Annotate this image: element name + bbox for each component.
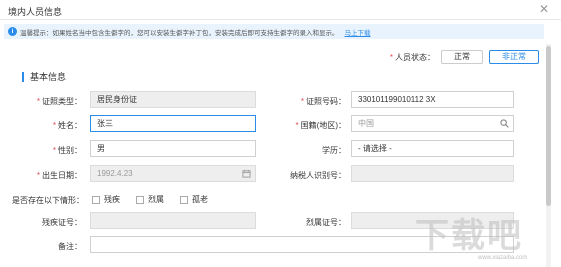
calendar-icon bbox=[242, 169, 251, 180]
name-label: * 姓名： bbox=[20, 120, 82, 131]
nationality-label: * 国籍(地区)： bbox=[278, 120, 346, 131]
checkbox-disabled-person[interactable]: 残疾 bbox=[92, 194, 120, 205]
disability-cert-label-text: 残疾证号： bbox=[42, 218, 82, 227]
martyr-cert-label: 烈属证号： bbox=[278, 217, 346, 228]
section-title: 基本信息 bbox=[30, 72, 67, 82]
remarks-label-text: 备注： bbox=[58, 242, 82, 251]
status-abnormal-button[interactable]: 非正常 bbox=[489, 50, 539, 64]
martyr-cert-label-text: 烈属证号： bbox=[306, 218, 346, 227]
id-number-value: 330101199010112 3X bbox=[358, 95, 436, 104]
checkbox-lonely-elderly[interactable]: 孤老 bbox=[180, 194, 208, 205]
checkbox-box[interactable] bbox=[136, 195, 144, 204]
situation-label: 是否存在以下情形： bbox=[12, 195, 84, 206]
id-type-value: 居民身份证 bbox=[97, 95, 137, 104]
remarks-label: 备注： bbox=[20, 241, 82, 252]
notice-message: 温馨提示：如果姓名当中包含生僻字的，您可以安装生僻字补丁包，安装完成后即可支持生… bbox=[20, 30, 339, 37]
nationality-label-text: 国籍(地区)： bbox=[300, 121, 346, 130]
scrollbar[interactable] bbox=[546, 44, 551, 267]
required-marker: * bbox=[36, 171, 40, 180]
name-label-text: 姓名： bbox=[58, 121, 82, 130]
tax-id-field bbox=[351, 165, 514, 182]
education-label-text: 学历： bbox=[322, 146, 346, 155]
checkbox-label: 孤老 bbox=[192, 195, 208, 204]
required-marker: * bbox=[389, 52, 393, 62]
id-number-label: * 证照号码： bbox=[278, 96, 346, 107]
checkbox-box[interactable] bbox=[180, 195, 188, 204]
download-link[interactable]: 马上下载 bbox=[345, 30, 371, 37]
id-number-field[interactable]: 330101199010112 3X bbox=[351, 91, 514, 108]
status-normal-button[interactable]: 正常 bbox=[441, 50, 483, 64]
disability-cert-label: 残疾证号： bbox=[20, 217, 82, 228]
name-input[interactable]: 张三 bbox=[90, 115, 256, 132]
required-marker: * bbox=[52, 121, 56, 130]
checkbox-martyr-family[interactable]: 烈属 bbox=[136, 194, 164, 205]
id-type-field: 居民身份证 bbox=[90, 91, 256, 108]
info-icon: i bbox=[8, 27, 17, 36]
id-type-label: * 证照类型： bbox=[20, 96, 82, 107]
education-label: 学历： bbox=[278, 145, 346, 156]
dialog-titlebar: 境内人员信息 ✕ bbox=[0, 0, 561, 20]
checkbox-label: 残疾 bbox=[104, 195, 120, 204]
notice-text: 温馨提示：如果姓名当中包含生僻字的，您可以安装生僻字补丁包，安装完成后即可支持生… bbox=[20, 27, 371, 37]
gender-select[interactable]: 男 bbox=[90, 140, 256, 157]
gender-value: 男 bbox=[97, 144, 105, 153]
situation-label-text: 是否存在以下情形： bbox=[12, 196, 84, 205]
notice-banner: i 温馨提示：如果姓名当中包含生僻字的，您可以安装生僻字补丁包，安装完成后即可支… bbox=[4, 24, 544, 39]
tax-id-label: 纳税人识别号： bbox=[272, 170, 346, 181]
scrollbar-thumb[interactable] bbox=[546, 46, 551, 206]
watermark-url: www.xiazaiba.com bbox=[478, 255, 528, 261]
watermark-logo: 下载吧 bbox=[415, 217, 523, 255]
person-status-row: * 人员状态： 正常 非正常 bbox=[390, 50, 539, 64]
tax-id-label-text: 纳税人识别号： bbox=[290, 171, 346, 180]
person-status-label: * 人员状态： bbox=[390, 52, 435, 63]
section-header: 基本信息 bbox=[22, 70, 66, 83]
name-value: 张三 bbox=[97, 119, 113, 128]
id-number-label-text: 证照号码： bbox=[306, 97, 346, 106]
required-marker: * bbox=[36, 97, 40, 106]
education-value: - 请选择 - bbox=[358, 144, 392, 153]
required-marker: * bbox=[295, 121, 299, 130]
education-select[interactable]: - 请选择 - bbox=[351, 140, 514, 157]
nationality-field[interactable]: 中国 bbox=[351, 115, 514, 132]
birth-date-label-text: 出生日期： bbox=[42, 171, 82, 180]
gender-label: * 性别： bbox=[20, 145, 82, 156]
id-type-label-text: 证照类型： bbox=[42, 97, 82, 106]
required-marker: * bbox=[52, 146, 56, 155]
required-marker: * bbox=[300, 97, 304, 106]
close-icon[interactable]: ✕ bbox=[539, 3, 549, 15]
section-accent-bar bbox=[22, 71, 24, 82]
birth-date-label: * 出生日期： bbox=[20, 170, 82, 181]
person-status-label-text: 人员状态： bbox=[395, 52, 435, 62]
disability-cert-field bbox=[90, 212, 256, 229]
checkbox-box[interactable] bbox=[92, 195, 100, 204]
dialog-title: 境内人员信息 bbox=[8, 7, 63, 17]
search-icon[interactable] bbox=[500, 119, 509, 130]
nationality-value: 中国 bbox=[358, 119, 374, 128]
checkbox-label: 烈属 bbox=[148, 195, 164, 204]
birth-date-value: 1992.4.23 bbox=[97, 169, 133, 178]
gender-label-text: 性别： bbox=[58, 146, 82, 155]
birth-date-field: 1992.4.23 bbox=[90, 165, 256, 182]
